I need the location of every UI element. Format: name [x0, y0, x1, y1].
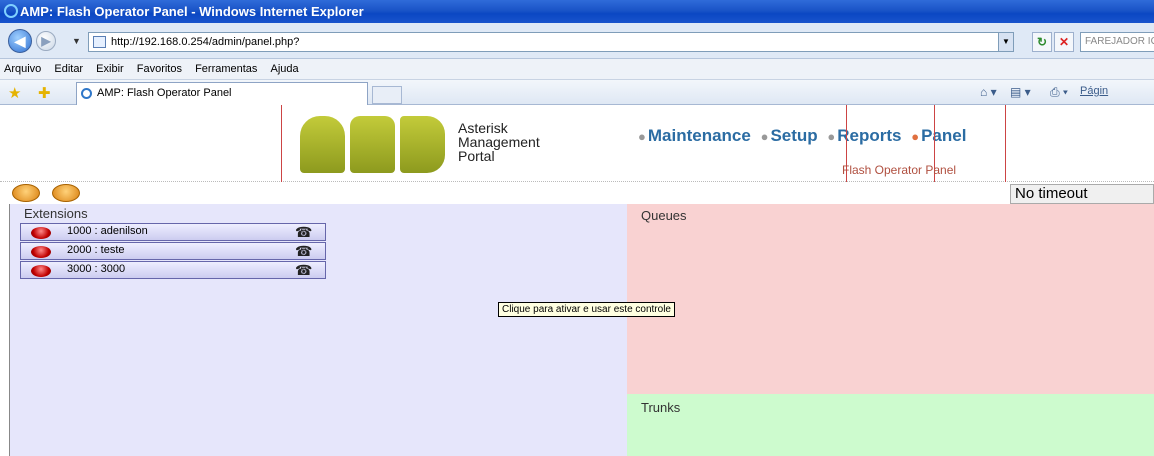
- back-button[interactable]: ◀: [8, 29, 32, 53]
- print-icon[interactable]: ⎙ ▾: [1050, 85, 1068, 100]
- extension-label: 2000 : teste: [67, 244, 125, 256]
- search-input[interactable]: FAREJADOR IG: [1080, 32, 1154, 52]
- tab-bar: ★ ✚ AMP: Flash Operator Panel ⌂ ▾ ▤ ▾ ⎙ …: [0, 80, 1154, 105]
- forward-button[interactable]: ▶: [36, 31, 56, 51]
- menu-ajuda[interactable]: Ajuda: [265, 59, 303, 79]
- panel-left-border: [0, 204, 10, 456]
- trunks-area: Trunks: [627, 394, 1154, 456]
- panel-toolbar: No timeout: [0, 182, 1154, 204]
- status-led-icon: [31, 227, 51, 239]
- extension-row[interactable]: 2000 : teste ☎: [20, 242, 326, 260]
- extension-row[interactable]: 1000 : adenilson ☎: [20, 223, 326, 241]
- favorites-star-icon[interactable]: ★: [8, 84, 21, 102]
- menu-favoritos[interactable]: Favoritos: [132, 59, 187, 79]
- status-led-icon: [31, 265, 51, 277]
- extensions-title: Extensions: [24, 206, 88, 221]
- bullet-icon: ●: [760, 129, 769, 144]
- page-menu[interactable]: Págin: [1080, 85, 1108, 97]
- window-title-bar: AMP: Flash Operator Panel - Windows Inte…: [0, 0, 1154, 23]
- phone-icon: ☎: [295, 224, 313, 240]
- extension-label: 1000 : adenilson: [67, 225, 148, 237]
- activation-tooltip: Clique para ativar e usar este controle: [498, 302, 675, 317]
- extension-label: 3000 : 3000: [67, 263, 126, 275]
- address-url: http://192.168.0.254/admin/panel.php?: [111, 36, 300, 48]
- timeout-status: No timeout: [1010, 184, 1154, 204]
- trunks-title: Trunks: [641, 400, 681, 415]
- tab-label: AMP: Flash Operator Panel: [97, 87, 232, 99]
- amp-logo: [300, 116, 445, 173]
- feeds-icon[interactable]: ▤ ▾: [1010, 85, 1031, 99]
- header-right-divider: [1005, 105, 1006, 182]
- phone-icon: ☎: [295, 243, 313, 259]
- new-tab-button[interactable]: [372, 86, 402, 104]
- bullet-icon: ●: [827, 129, 836, 144]
- tab-amp-panel[interactable]: AMP: Flash Operator Panel: [76, 82, 368, 105]
- nav-maintenance[interactable]: Maintenance: [648, 126, 751, 145]
- address-input[interactable]: http://192.168.0.254/admin/panel.php? ▼: [88, 32, 1014, 52]
- amp-nav: ● Maintenance ● Setup ● Reports ● Panel: [638, 126, 971, 146]
- phone-icon: ☎: [295, 262, 313, 278]
- extension-row[interactable]: 3000 : 3000 ☎: [20, 261, 326, 279]
- amp-subtitle: Asterisk Management Portal: [458, 120, 540, 164]
- ie-icon: [4, 4, 18, 18]
- status-led-icon: [31, 246, 51, 258]
- nav-panel[interactable]: Panel: [921, 126, 966, 145]
- nav-setup[interactable]: Setup: [770, 126, 817, 145]
- menu-arquivo[interactable]: Arquivo: [0, 59, 46, 79]
- bullet-icon: ●: [638, 129, 646, 144]
- lock-button[interactable]: [52, 184, 80, 202]
- amp-logo-letter-m: [350, 116, 395, 173]
- header-left-cell: [0, 105, 282, 182]
- section-subtitle: Flash Operator Panel: [842, 163, 957, 177]
- stop-button[interactable]: ✕: [1054, 32, 1074, 52]
- amp-logo-letter-a: [300, 116, 345, 173]
- amp-header: Asterisk Management Portal ● Maintenance …: [0, 105, 1154, 182]
- add-favorites-icon[interactable]: ✚: [38, 84, 51, 102]
- forward-arrow-icon: ▶: [41, 34, 51, 48]
- page-icon: [93, 36, 106, 48]
- ie-tab-icon: [81, 88, 92, 99]
- refresh-button[interactable]: ↻: [1032, 32, 1052, 52]
- queues-area: Queues: [627, 204, 1154, 394]
- bullet-active-icon: ●: [911, 129, 920, 144]
- address-dropdown-icon[interactable]: ▼: [998, 32, 1014, 52]
- menu-ferramentas[interactable]: Ferramentas: [190, 59, 262, 79]
- menu-exibir[interactable]: Exibir: [91, 59, 129, 79]
- reload-button[interactable]: [12, 184, 40, 202]
- window-title: AMP: Flash Operator Panel - Windows Inte…: [20, 4, 364, 19]
- extensions-area: Extensions 1000 : adenilson ☎ 2000 : tes…: [10, 204, 627, 456]
- home-icon[interactable]: ⌂ ▾: [980, 85, 997, 99]
- history-dropdown-icon[interactable]: ▼: [72, 36, 81, 46]
- queues-title: Queues: [641, 208, 687, 223]
- amp-logo-letter-p: [400, 116, 445, 173]
- menu-editar[interactable]: Editar: [49, 59, 88, 79]
- menu-bar: Arquivo Editar Exibir Favoritos Ferramen…: [0, 59, 1154, 80]
- back-arrow-icon: ◀: [14, 33, 26, 49]
- address-toolbar: ◀ ▶ ▼ http://192.168.0.254/admin/panel.p…: [0, 23, 1154, 59]
